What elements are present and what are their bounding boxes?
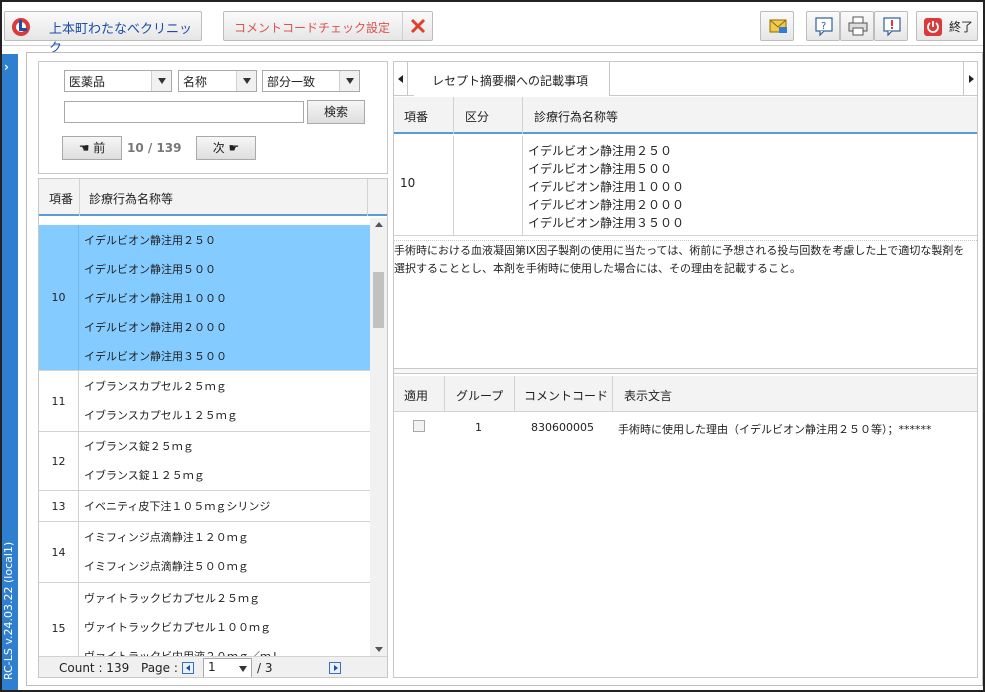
field-select[interactable]: 名称 [178,70,257,92]
header-name: 診療行為名称等 [89,192,174,206]
svg-text:?: ? [821,21,826,32]
match-select[interactable]: 部分一致 [262,70,360,92]
comment-table-header: 適用 グループ コメントコード 表示文言 [394,376,977,412]
comment-code-check-button[interactable]: コメントコードチェック設定 [223,11,433,41]
apply-checkbox[interactable] [413,420,425,432]
list-item: イミフィンジ点滴静注５００ｍｇ [84,560,249,573]
list-item: イデルビオン静注用３５００ [84,350,227,363]
help-button[interactable]: ? [806,11,840,41]
prev-button[interactable]: ☚ 前 [62,136,122,160]
printer-icon [848,16,868,36]
list-item: ヴァイトラックビ内用液２０ｍｇ／ｍＬ [84,642,369,656]
search-input[interactable] [64,101,304,123]
print-button[interactable] [840,11,874,41]
search-panel: 医薬品 名称 部分一致 検索 ☚ 前 10 / 139 次 ☛ [38,61,388,174]
close-icon[interactable] [402,12,432,40]
chevron-down-icon [239,666,247,672]
category-select[interactable]: 医薬品 [64,70,172,92]
comment-text: 手術時に使用した理由（イデルビオン静注用２５０等）；****** [618,423,932,436]
list-item: イブランスカプセル２５ｍｇ [84,380,227,393]
top-toolbar: 上本町わたなべクリニック コメントコードチェック設定 ? 終了 [2,2,983,56]
power-icon [924,18,942,36]
list-item: イデルビオン静注用２０００ [84,321,227,334]
alert-icon [883,17,901,37]
scroll-thumb[interactable] [373,272,384,328]
tab-scroll-right-icon[interactable] [963,62,977,96]
detail-row[interactable]: 10 イデルビオン静注用２５０ イデルビオン静注用５００ イデルビオン静注用１０… [394,136,977,236]
table-row[interactable]: 12 イブランス錠２５ｍｇ イブランス錠１２５ｍｇ [39,432,370,491]
detail-item: イデルビオン静注用３５００ [528,216,685,230]
hand-right-icon: ☛ [228,141,240,155]
table-row[interactable]: 14 イミフィンジ点滴静注１２０ｍｇ イミフィンジ点滴静注５００ｍｇ [39,522,370,583]
scroll-up-icon[interactable] [375,222,383,227]
table-row[interactable]: 13 イベニティ皮下注１０５ｍｇシリンジ [39,491,370,522]
tab-bar: レセプト摘要欄への記載事項 [394,62,977,96]
expand-chevron-icon[interactable]: › [4,60,9,74]
header-num: 項番 [49,192,74,206]
page-next-icon[interactable] [329,662,341,674]
mail-icon [769,19,787,33]
chevron-down-icon [339,71,359,91]
comment-row[interactable]: 1 830600005 手術時に使用した理由（イデルビオン静注用２５０等）；**… [394,416,977,442]
page-label: Page : [141,661,178,675]
list-footer: Count : 139 Page : 1 / 3 [39,656,387,677]
panel-splitter[interactable] [394,368,977,374]
detail-item: イデルビオン静注用５００ [528,162,673,176]
list-item: ヴァイトラックビカプセル１００ｍｇ [84,621,271,634]
chevron-down-icon [236,71,256,91]
scroll-down-icon[interactable] [375,647,383,652]
detail-panel: レセプト摘要欄への記載事項 項番 区分 診療行為名称等 10 イデルビオン静注用… [393,61,978,678]
list-item: イベニティ皮下注１０５ｍｇシリンジ [84,500,271,513]
page-total: / 3 [257,661,273,675]
detail-item: イデルビオン静注用１０００ [528,180,685,194]
detail-item: イデルビオン静注用２５０ [528,144,673,158]
list-item: イブランス錠２５ｍｇ [84,440,194,453]
comment-group: 1 [475,421,482,434]
table-row[interactable]: 10 イデルビオン静注用２５０ イデルビオン静注用５００ イデルビオン静注用１０… [39,225,370,371]
tab-scroll-left-icon[interactable] [394,62,408,96]
list-item: イブランスカプセル１２５ｍｇ [84,409,238,422]
clinic-logo-icon [12,18,30,36]
list-body: 10 イデルビオン静注用２５０ イデルビオン静注用５００ イデルビオン静注用１０… [39,218,370,656]
next-button[interactable]: 次 ☛ [196,136,256,160]
list-header: 項番 診療行為名称等 [39,179,387,216]
list-item: イデルビオン静注用５００ [84,263,216,276]
comment-code: 830600005 [531,421,594,434]
hand-left-icon: ☚ [78,141,90,155]
list-item: イデルビオン静注用１０００ [84,292,227,305]
version-label: RC-LS v.24.03.22 (local1) [2,541,15,680]
drug-list: 項番 診療行為名称等 10 イデルビオン静注用２５０ イデルビオン静注用５００ … [38,178,388,678]
mail-button[interactable] [760,11,794,41]
table-row[interactable]: 11 イブランスカプセル２５ｍｇ イブランスカプセル１２５ｍｇ [39,371,370,432]
list-scrollbar[interactable] [370,218,387,656]
page-select[interactable]: 1 [203,658,252,677]
page-prev-icon[interactable] [182,662,194,674]
search-button[interactable]: 検索 [307,100,365,124]
record-count: Count : 139 [59,661,130,675]
list-item: イデルビオン静注用２５０ [84,234,216,247]
side-strip[interactable]: › RC-LS v.24.03.22 (local1) [2,54,18,690]
comment-code-check-label: コメントコードチェック設定 [234,21,391,35]
detail-header: 項番 区分 診療行為名称等 [394,97,977,134]
list-item: ヴァイトラックビカプセル２５ｍｇ [84,592,260,605]
alert-button[interactable] [874,11,908,41]
exit-button[interactable]: 終了 [916,11,978,41]
exit-label: 終了 [949,20,974,34]
receipt-note-text: 手術時における血液凝固第Ⅸ因子製剤の使用に当たっては、術前に予想される投与回数を… [394,240,977,362]
main-container: 医薬品 名称 部分一致 検索 ☚ 前 10 / 139 次 ☛ 項番 診療行為名… [26,52,983,686]
list-item: イブランス錠１２５ｍｇ [84,469,205,482]
detail-item: イデルビオン静注用２０００ [528,198,685,212]
tab-receipt-notes[interactable]: レセプト摘要欄への記載事項 [414,62,610,96]
table-row[interactable]: 15 ヴァイトラックビカプセル２５ｍｇ ヴァイトラックビカプセル１００ｍｇ ヴァ… [39,583,370,656]
clinic-name: 上本町わたなべクリニック [49,22,193,56]
list-item: イミフィンジ点滴静注１２０ｍｇ [84,531,249,544]
clinic-button[interactable]: 上本町わたなべクリニック [4,11,202,56]
record-position: 10 / 139 [127,141,182,155]
help-icon: ? [815,17,833,37]
chevron-down-icon [151,71,171,91]
